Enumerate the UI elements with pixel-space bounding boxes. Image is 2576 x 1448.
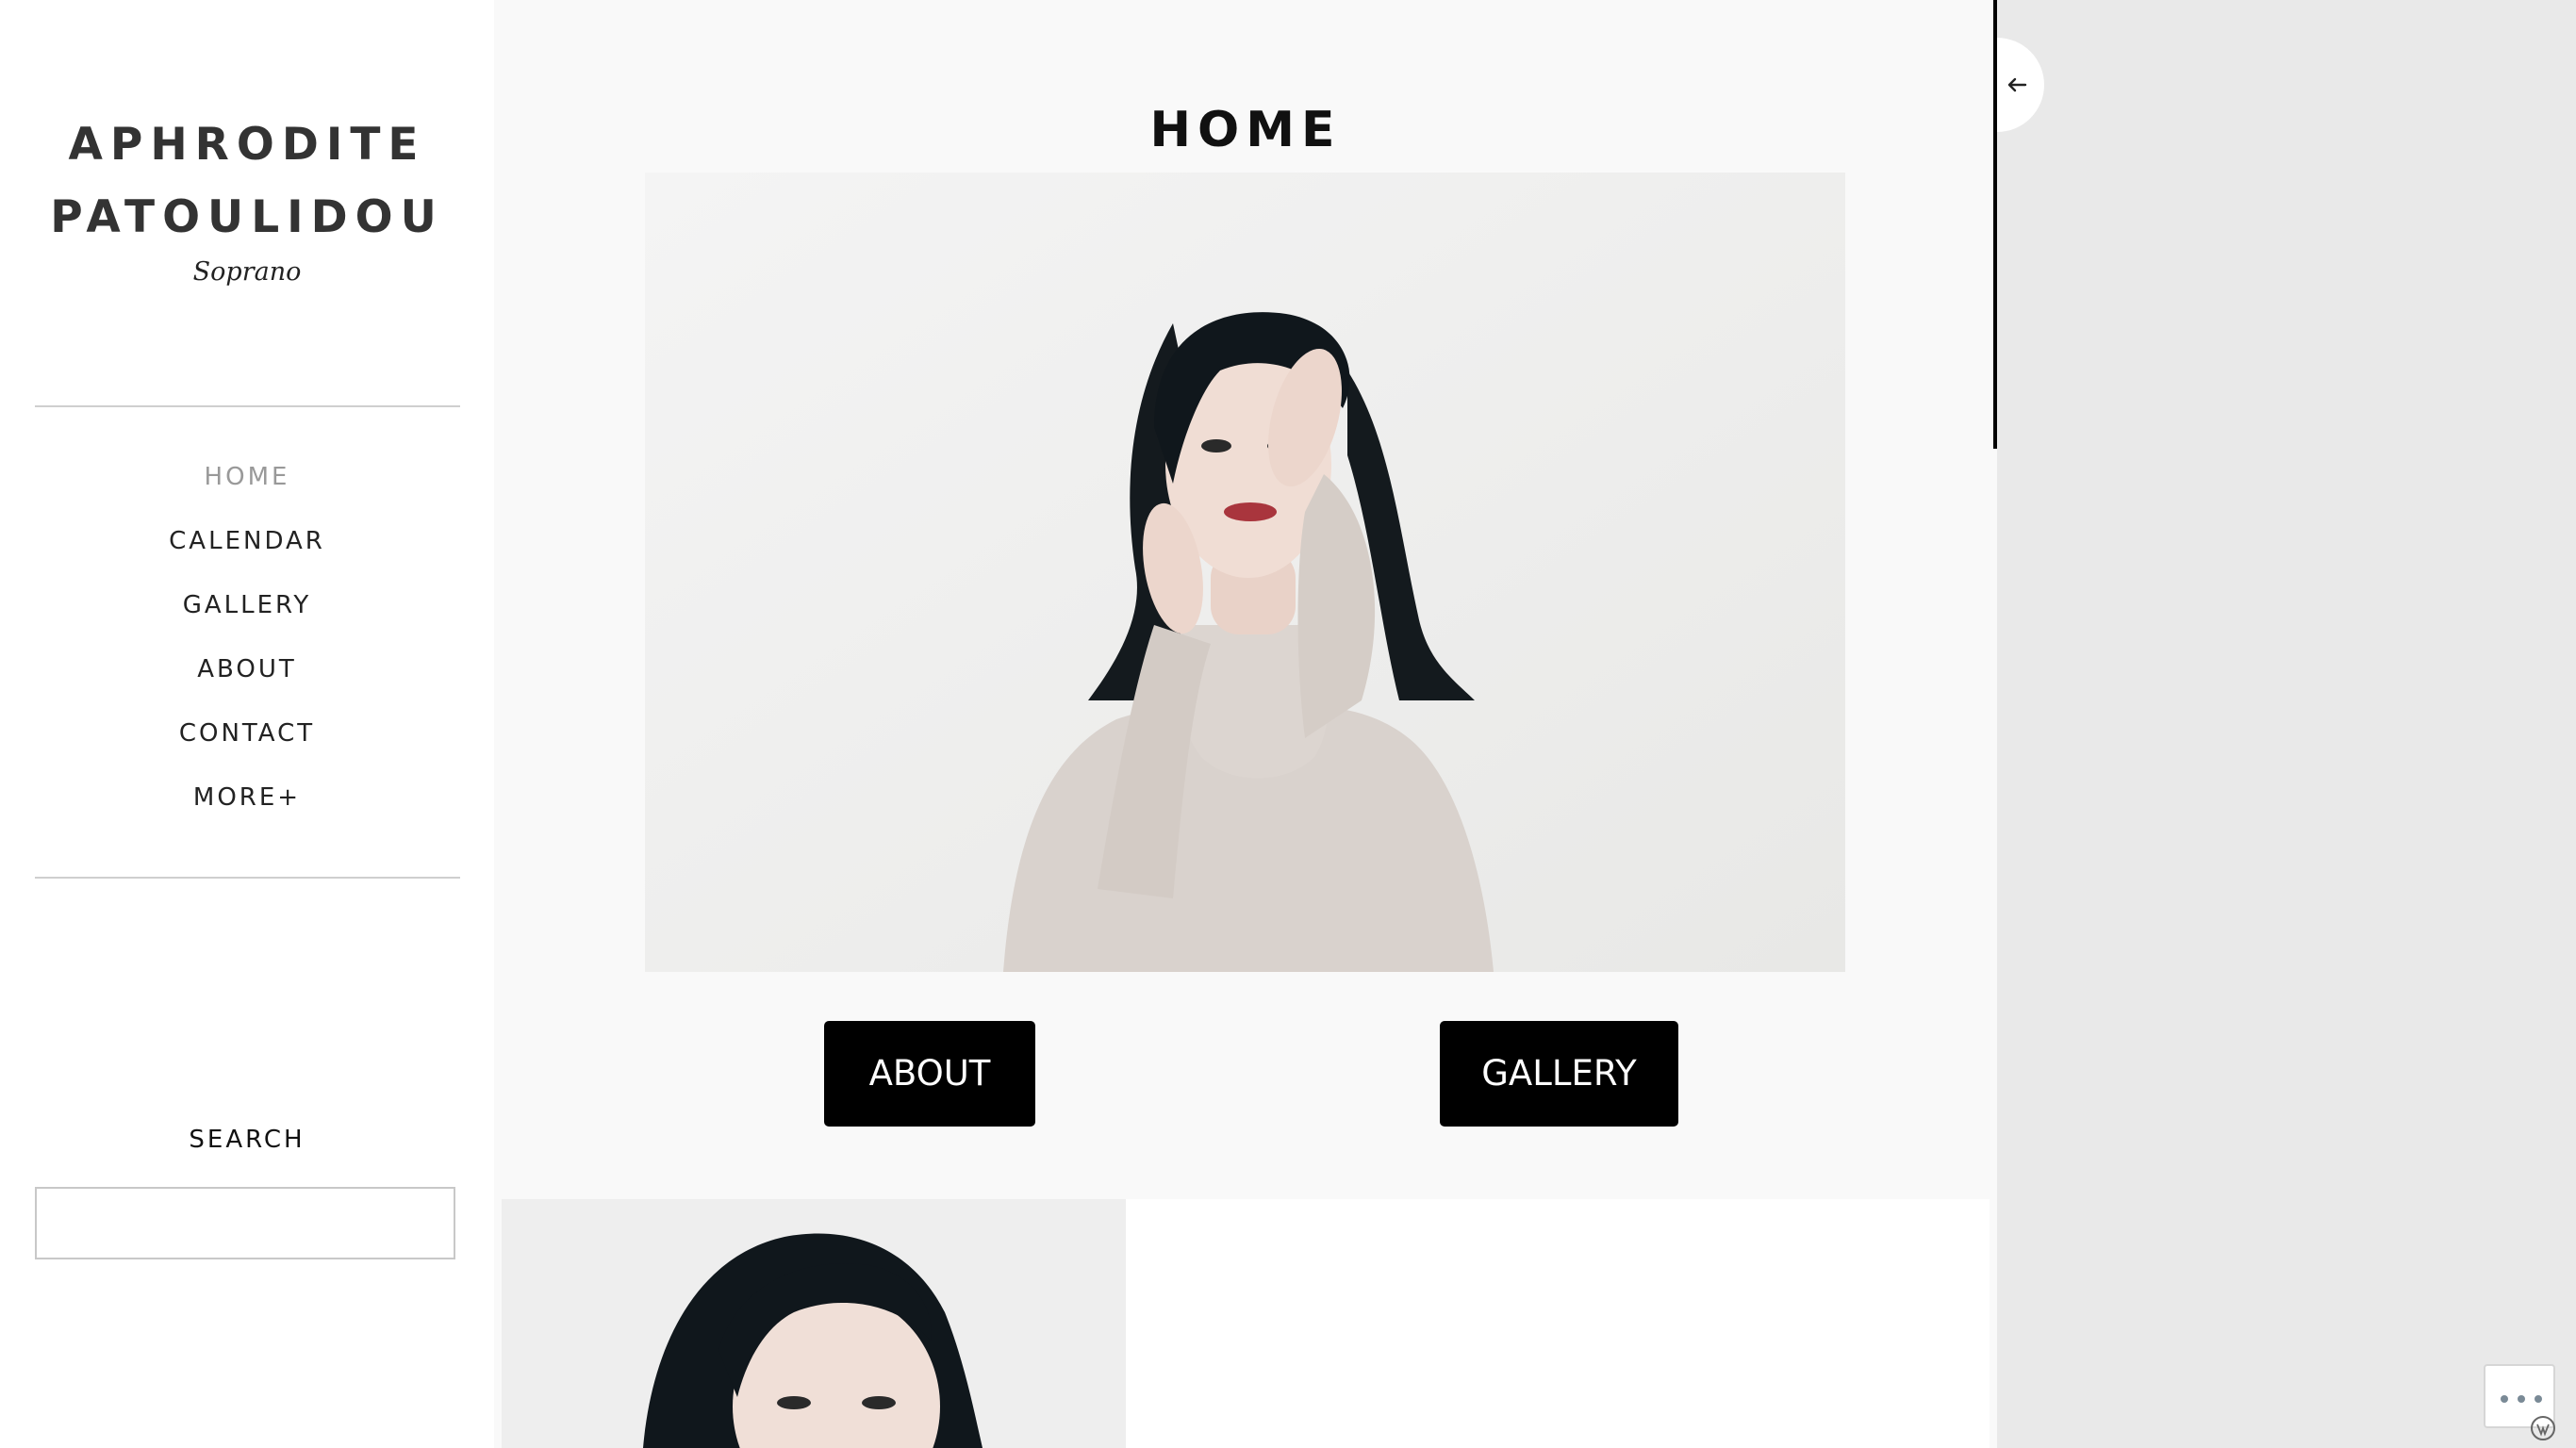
sidebar: APHRODITE PATOULIDOU Soprano HOME CALEND… — [0, 0, 494, 1448]
content-white-panel — [1126, 1199, 1990, 1448]
site-title-line2[interactable]: PATOULIDOU — [0, 181, 494, 254]
nav-item-about[interactable]: ABOUT — [0, 650, 494, 715]
secondary-portrait-image — [502, 1199, 1126, 1448]
site-title[interactable]: APHRODITE PATOULIDOU — [0, 108, 494, 254]
wordpress-icon[interactable] — [2529, 1414, 2557, 1442]
search-input[interactable] — [35, 1187, 455, 1259]
sidebar-toggle-button[interactable] — [1997, 38, 2044, 132]
nav-item-gallery[interactable]: GALLERY — [0, 586, 494, 650]
hero-portrait-image — [645, 173, 1845, 972]
page-title: HOME — [1149, 102, 1342, 158]
sidebar-divider-top — [35, 405, 460, 407]
hero-portrait-illustration — [645, 173, 1845, 972]
arrow-left-icon — [2007, 77, 2027, 92]
about-button[interactable]: ABOUT — [824, 1021, 1035, 1127]
site-tagline: Soprano — [192, 257, 302, 287]
main-content: HOME ABOUT GALLERY — [494, 0, 1997, 1448]
ellipsis-icon-dot — [2518, 1395, 2525, 1403]
search-widget-title: SEARCH — [189, 1126, 305, 1154]
nav-item-calendar[interactable]: CALENDAR — [0, 522, 494, 586]
main-nav: HOME CALENDAR GALLERY ABOUT CONTACT MORE… — [0, 458, 494, 843]
ellipsis-icon-dot — [2535, 1395, 2542, 1403]
nav-item-home[interactable]: HOME — [0, 458, 494, 522]
sidebar-divider-bottom — [35, 877, 460, 879]
nav-item-contact[interactable]: CONTACT — [0, 715, 494, 779]
ellipsis-icon-dot — [2501, 1395, 2508, 1403]
site-title-line1[interactable]: APHRODITE — [0, 108, 494, 181]
nav-item-more[interactable]: MORE+ — [0, 779, 494, 843]
secondary-portrait-illustration — [502, 1199, 1126, 1448]
gallery-button[interactable]: GALLERY — [1440, 1021, 1678, 1127]
